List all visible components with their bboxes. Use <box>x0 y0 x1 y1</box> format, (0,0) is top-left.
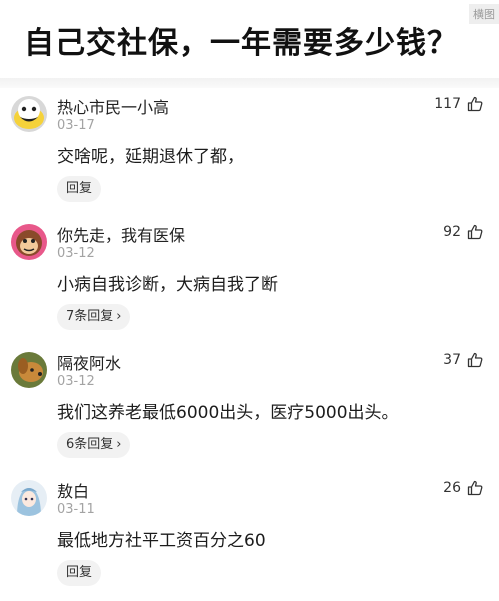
avatar[interactable] <box>11 352 47 388</box>
avatar[interactable] <box>11 96 47 132</box>
chevron-right-icon: › <box>116 309 122 324</box>
like-count: 26 <box>443 480 461 496</box>
thumbs-up-icon <box>467 224 483 240</box>
comment-page: 自己交社保，一年需要多少钱？ 横图 热心市民一小高 03-17 交啥呢，延期退休… <box>0 0 499 601</box>
like-button[interactable]: 37 <box>443 352 483 368</box>
thumbs-up-icon <box>467 352 483 368</box>
divider <box>0 78 499 88</box>
avatar[interactable] <box>11 480 47 516</box>
like-button[interactable]: 26 <box>443 480 483 496</box>
username[interactable]: 热心市民一小高 <box>57 94 169 118</box>
avatar[interactable] <box>11 224 47 260</box>
smiley-avatar-icon <box>11 96 47 132</box>
comment-text: 最低地方社平工资百分之60 <box>57 531 266 551</box>
dog-avatar-icon <box>11 352 47 388</box>
watermark-label: 横图 <box>469 4 499 24</box>
comment-date: 03-11 <box>57 502 95 517</box>
page-title: 自己交社保，一年需要多少钱？ <box>24 26 458 61</box>
like-count: 92 <box>443 224 461 240</box>
comment-item: 隔夜阿水 03-12 我们这养老最低6000出头，医疗5000出头。 6条回复 … <box>0 344 499 472</box>
title-bar: 自己交社保，一年需要多少钱？ 横图 <box>0 0 499 78</box>
reply-label: 7条回复 <box>66 309 114 324</box>
comment-date: 03-12 <box>57 374 95 389</box>
comment-date: 03-17 <box>57 118 95 133</box>
monkey-avatar-icon <box>11 224 47 260</box>
username[interactable]: 敖白 <box>57 478 89 502</box>
username[interactable]: 你先走，我有医保 <box>57 222 185 246</box>
comment-text: 小病自我诊断，大病自我了断 <box>57 275 278 295</box>
chevron-right-icon: › <box>116 437 122 452</box>
reply-button[interactable]: 回复 <box>57 176 102 202</box>
comment-text: 我们这养老最低6000出头，医疗5000出头。 <box>57 403 399 423</box>
reply-label: 回复 <box>66 181 93 196</box>
view-replies-button[interactable]: 6条回复 › <box>57 432 131 458</box>
comment-item: 热心市民一小高 03-17 交啥呢，延期退休了都， 回复 117 <box>0 88 499 216</box>
reply-label: 回复 <box>66 565 93 580</box>
reply-label: 6条回复 <box>66 437 114 452</box>
like-count: 37 <box>443 352 461 368</box>
like-count: 117 <box>434 96 461 112</box>
like-button[interactable]: 117 <box>434 96 483 112</box>
like-button[interactable]: 92 <box>443 224 483 240</box>
thumbs-up-icon <box>467 96 483 112</box>
view-replies-button[interactable]: 7条回复 › <box>57 304 131 330</box>
comment-item: 你先走，我有医保 03-12 小病自我诊断，大病自我了断 7条回复 › 92 <box>0 216 499 344</box>
username[interactable]: 隔夜阿水 <box>57 350 121 374</box>
comment-item: 敖白 03-11 最低地方社平工资百分之60 回复 26 <box>0 472 499 600</box>
reply-button[interactable]: 回复 <box>57 560 102 586</box>
anime-avatar-icon <box>11 480 47 516</box>
comment-text: 交啥呢，延期退休了都， <box>57 147 244 167</box>
thumbs-up-icon <box>467 480 483 496</box>
comment-date: 03-12 <box>57 246 95 261</box>
